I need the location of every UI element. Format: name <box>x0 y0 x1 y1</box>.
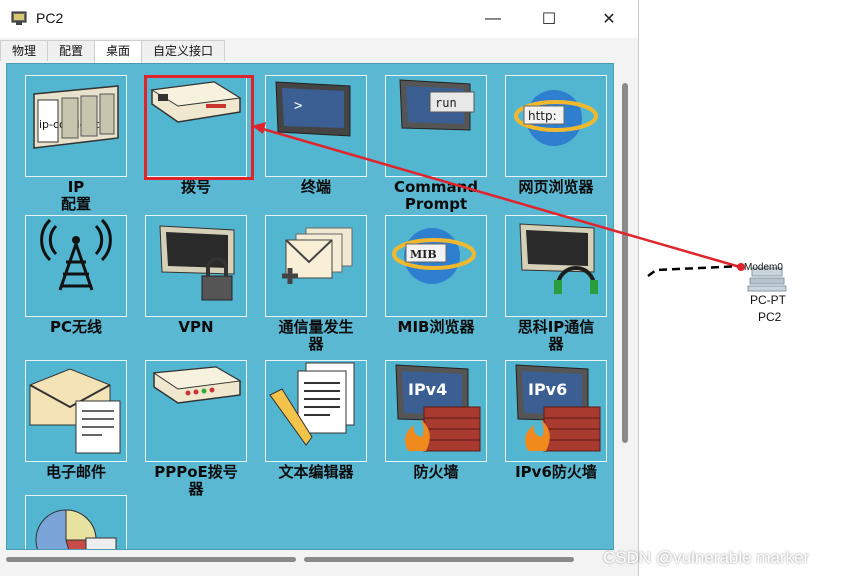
modem-label: Modem0 <box>744 262 783 273</box>
dialup-link-line <box>647 264 743 277</box>
device-type-label: PC-PT <box>750 293 786 307</box>
arrow-head <box>252 122 266 134</box>
annotation-arrow <box>255 125 741 269</box>
device-name-label: PC2 <box>758 310 782 324</box>
watermark: CSDN @vulnerable marker <box>603 548 810 567</box>
annotation-layer <box>252 122 787 292</box>
